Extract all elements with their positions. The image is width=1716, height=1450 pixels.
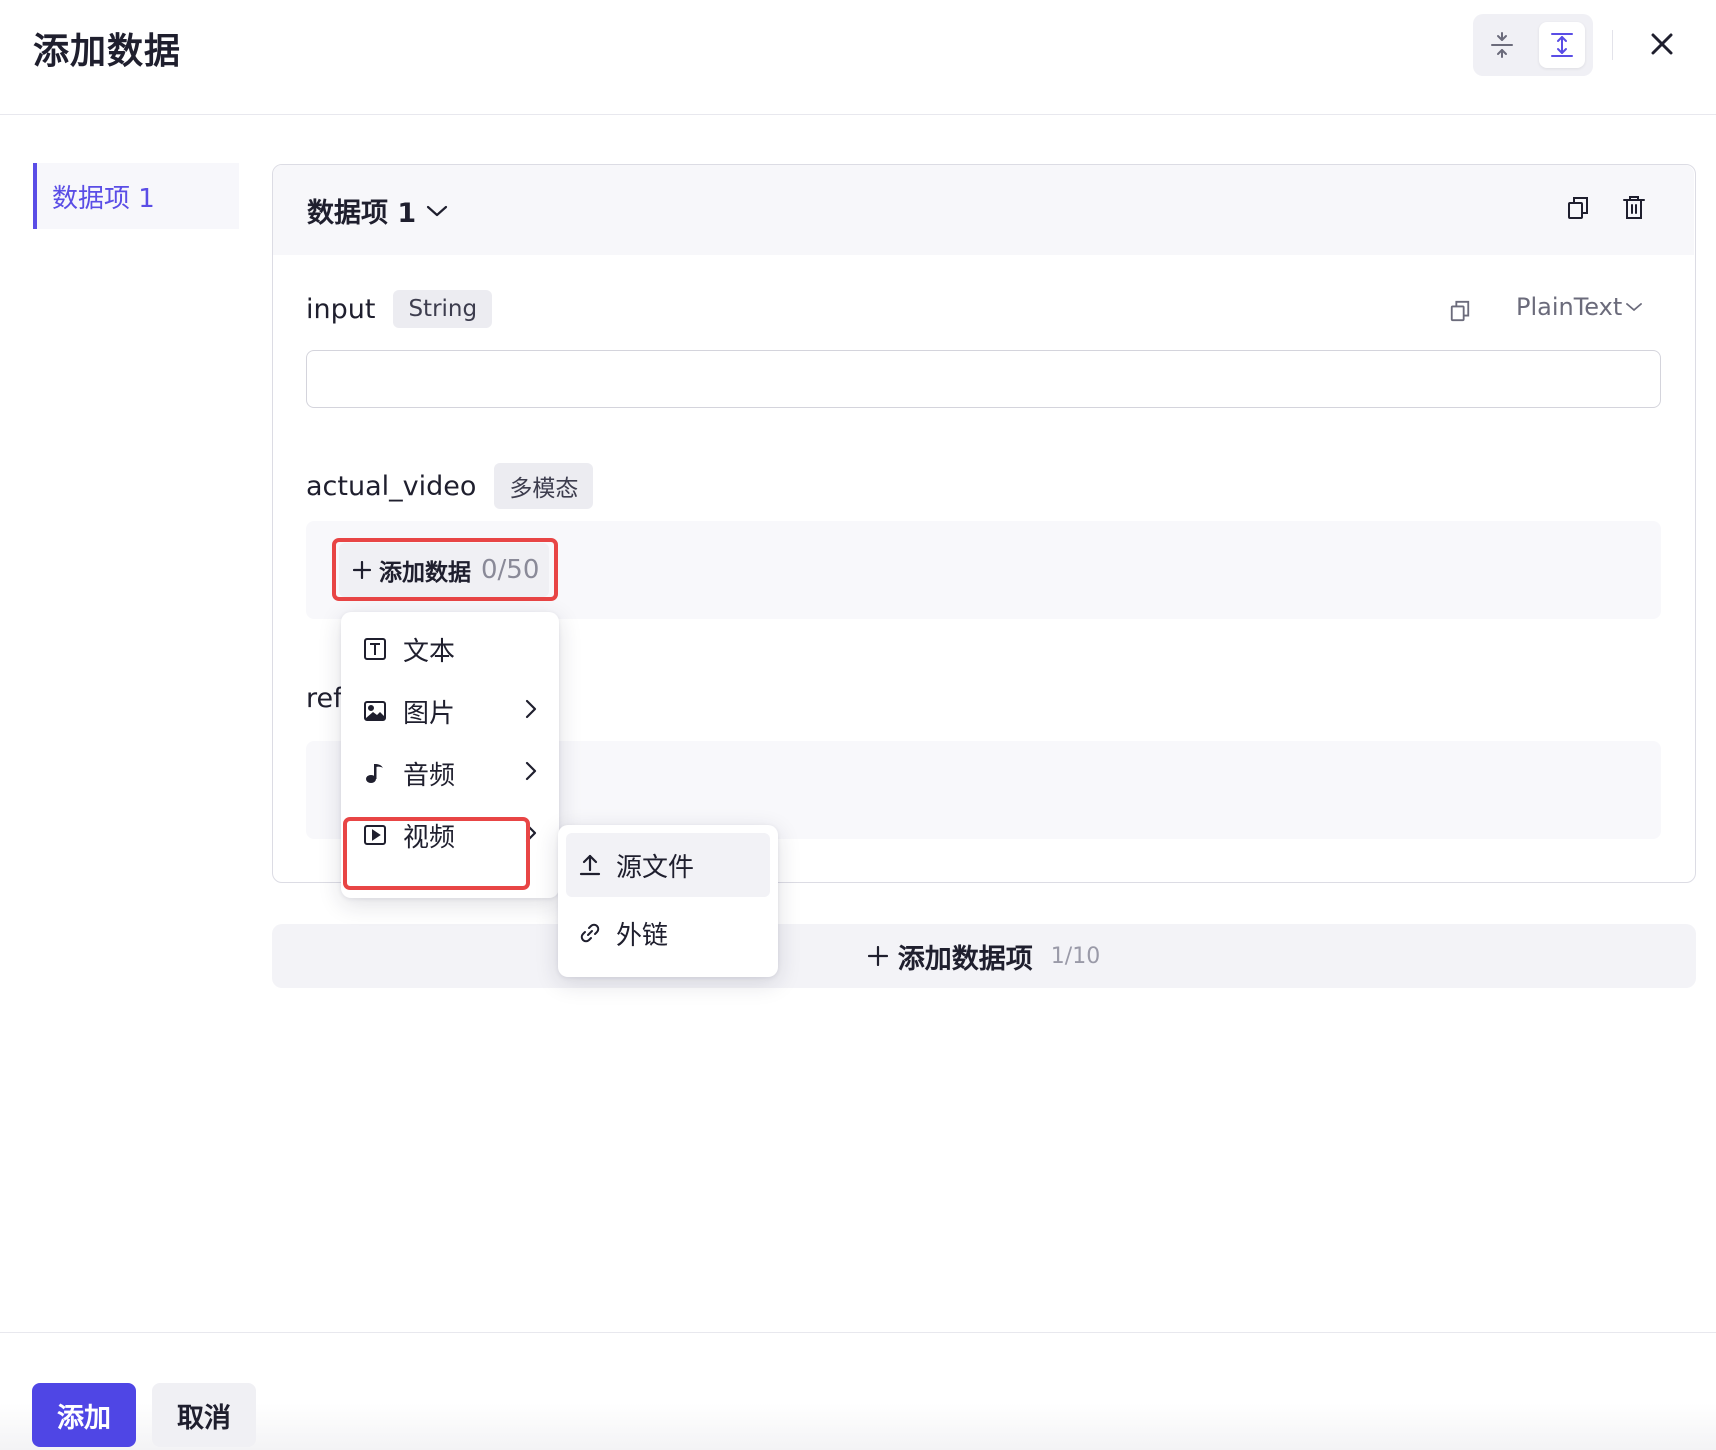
copy-item-button[interactable] [1566,195,1590,221]
delete-item-button[interactable] [1622,195,1646,221]
menu-item-label: 图片 [403,698,456,729]
menu-item-text[interactable]: 文本 [347,618,553,680]
submenu-item-label: 外链 [616,920,669,951]
field-actual-video-header: actual_video 多模态 [306,463,594,509]
field-name: input [306,293,376,325]
data-type-menu: 文本 图片 音频 视频 [341,612,559,898]
expand-icon [1551,33,1573,57]
close-button[interactable] [1642,24,1682,64]
collapse-icon [1491,32,1513,58]
upload-icon [579,854,601,876]
field-name-partial: ref [306,683,343,714]
chevron-right-icon [525,699,537,719]
close-icon [1651,33,1673,55]
format-select-value: PlainText [1516,293,1623,321]
trash-icon [1623,196,1645,219]
type-tag: String [393,290,493,328]
add-data-item-button[interactable]: 添加数据项 1/10 [272,924,1696,988]
chevron-right-icon [525,823,537,843]
type-tag: 多模态 [494,463,594,509]
expand-all-button[interactable] [1539,22,1585,68]
header-divider [0,114,1716,115]
text-icon [364,638,386,660]
add-data-item-count: 1/10 [1050,943,1101,969]
cancel-button-label: 取消 [177,1402,231,1434]
card-title: 数据项 1 [307,198,417,229]
add-data-button[interactable]: 添加数据 0/50 [339,543,549,597]
footer-background [0,1333,1716,1450]
field-name: actual_video [306,470,477,502]
menu-item-video[interactable]: 视频 [347,804,553,866]
cancel-button[interactable]: 取消 [152,1383,256,1447]
card-title-dropdown[interactable]: 数据项 1 [307,191,448,230]
submit-button-label: 添加 [57,1402,111,1434]
collapse-all-button[interactable] [1479,22,1525,68]
image-icon [364,701,386,721]
sidebar-item-data-item-1[interactable]: 数据项 1 [33,163,239,229]
menu-item-label: 音频 [403,760,456,791]
menu-item-audio[interactable]: 音频 [347,742,553,804]
chevron-down-icon [427,205,448,216]
add-data-label: 添加数据 [379,560,471,586]
link-icon [580,923,600,943]
chevron-down-icon [1626,303,1643,312]
copy-icon [1450,300,1470,322]
submenu-item-source-file[interactable]: 源文件 [566,833,770,897]
menu-item-label: 文本 [403,636,456,667]
menu-item-label: 视频 [403,822,456,853]
view-mode-toggle [1473,14,1593,76]
header-separator [1612,30,1613,60]
menu-item-image[interactable]: 图片 [347,680,553,742]
copy-field-button[interactable] [1449,299,1471,323]
input-field[interactable] [306,350,1661,408]
submit-button[interactable]: 添加 [32,1383,136,1447]
chevron-right-icon [525,761,537,781]
video-icon [364,825,386,845]
card-header: 数据项 1 [273,165,1694,255]
field-input-header: input String [306,290,493,328]
dialog-title: 添加数据 [33,31,182,72]
copy-icon [1568,197,1588,219]
sidebar-item-label: 数据项 1 [52,183,155,214]
submenu-item-label: 源文件 [616,852,695,883]
submenu-item-external-link[interactable]: 外链 [566,901,770,965]
plus-icon [353,561,371,579]
add-data-count: 0/50 [481,555,540,585]
music-note-icon [366,764,383,783]
format-select[interactable]: PlainText [1516,293,1643,321]
plus-icon [867,946,888,966]
video-source-submenu: 源文件 外链 [558,825,778,977]
add-data-item-label: 添加数据项 [897,943,1033,975]
